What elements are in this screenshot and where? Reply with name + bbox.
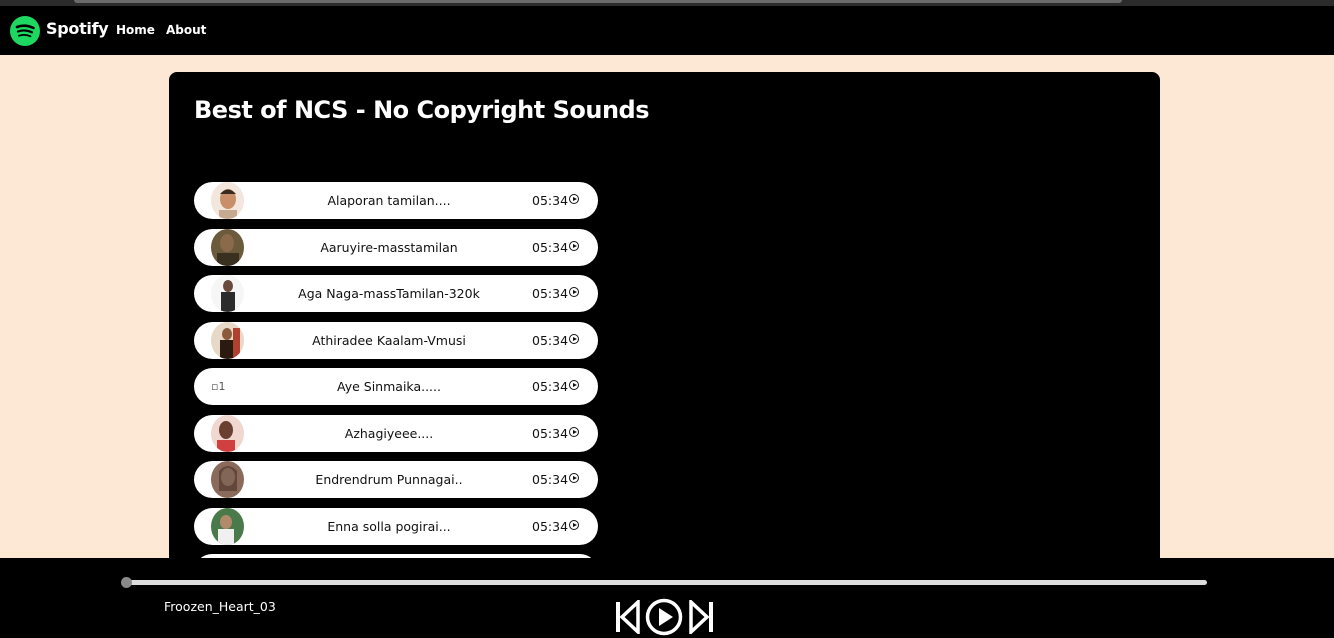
song-duration: 05:34	[532, 240, 569, 255]
previous-icon[interactable]	[614, 600, 640, 634]
song-title: Athiradee Kaalam-Vmusi	[312, 333, 466, 348]
play-circle-icon[interactable]	[569, 287, 579, 297]
song-title: Endrendrum Punnagai..	[315, 472, 463, 487]
song-avatar	[211, 322, 244, 359]
song-title: Enna solla pogirai...	[327, 519, 451, 534]
song-item[interactable]: Athiradee Kaalam-Vmusi 05:34	[194, 322, 598, 359]
song-title: Azhagiyeee....	[344, 426, 434, 441]
song-avatar	[211, 461, 244, 498]
play-circle-icon[interactable]	[569, 334, 579, 344]
nav-link-home[interactable]: Home	[116, 23, 155, 37]
song-title: Aaruyire-masstamilan	[320, 240, 458, 255]
song-duration: 05:34	[532, 193, 569, 208]
broken-image-icon: ▫1	[211, 380, 226, 393]
song-avatar	[211, 415, 244, 452]
song-avatar	[211, 182, 244, 219]
playlist-container: Best of NCS - No Copyright Sounds Alapor…	[169, 72, 1160, 572]
song-avatar	[211, 229, 244, 266]
song-duration: 05:34	[532, 426, 569, 441]
progress-bar[interactable]	[121, 577, 1207, 588]
play-circle-icon[interactable]	[569, 473, 579, 483]
play-circle-icon[interactable]	[569, 194, 579, 204]
spotify-logo-icon[interactable]	[10, 16, 40, 46]
song-duration: 05:34	[532, 286, 569, 301]
play-circle-icon[interactable]	[569, 520, 579, 530]
song-item[interactable]: Endrendrum Punnagai.. 05:34	[194, 461, 598, 498]
song-avatar	[211, 508, 244, 545]
nav-link-about[interactable]: About	[166, 23, 206, 37]
player-bar: Froozen_Heart_03	[0, 558, 1334, 638]
song-title: Aye Sinmaika.....	[337, 379, 441, 394]
playlist-title: Best of NCS - No Copyright Sounds	[194, 96, 650, 124]
brand-name[interactable]: Spotify	[46, 19, 109, 38]
song-title: Aga Naga-massTamilan-320k	[298, 286, 480, 301]
navbar: Spotify Home About	[0, 6, 1334, 55]
song-duration: 05:34	[532, 519, 569, 534]
browser-address-bar	[74, 0, 1122, 3]
song-item[interactable]: Enna solla pogirai... 05:34	[194, 508, 598, 545]
play-icon[interactable]	[645, 598, 683, 636]
song-avatar	[211, 275, 244, 312]
play-circle-icon[interactable]	[569, 427, 579, 437]
song-item[interactable]: Aga Naga-massTamilan-320k 05:34	[194, 275, 598, 312]
play-circle-icon[interactable]	[569, 241, 579, 251]
song-duration: 05:34	[532, 379, 569, 394]
song-duration: 05:34	[532, 472, 569, 487]
song-item[interactable]: ▫1 Aye Sinmaika..... 05:34	[194, 368, 598, 405]
play-circle-icon[interactable]	[569, 380, 579, 390]
song-item[interactable]: Azhagiyeee.... 05:34	[194, 415, 598, 452]
song-title: Alaporan tamilan....	[327, 193, 451, 208]
song-item[interactable]: Alaporan tamilan.... 05:34	[194, 182, 598, 219]
song-duration: 05:34	[532, 333, 569, 348]
now-playing-title: Froozen_Heart_03	[164, 599, 276, 614]
song-item[interactable]: Aaruyire-masstamilan 05:34	[194, 229, 598, 266]
progress-knob[interactable]	[121, 577, 132, 588]
next-icon[interactable]	[689, 600, 715, 634]
